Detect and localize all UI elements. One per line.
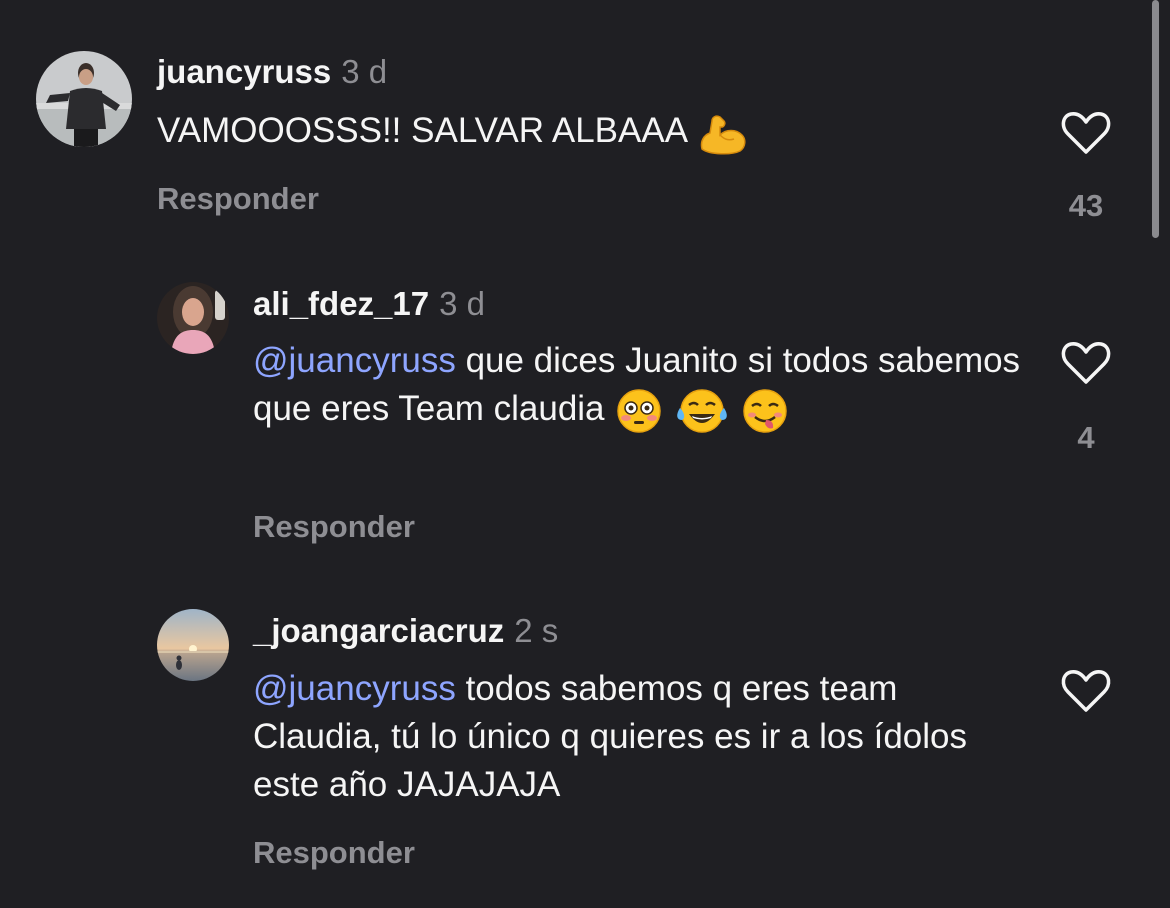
like-button[interactable] (1060, 668, 1112, 714)
mention-link[interactable]: @juancyruss (253, 341, 456, 380)
flexed-biceps-emoji (696, 111, 748, 155)
like-button[interactable] (1060, 340, 1112, 386)
scrollbar[interactable] (1152, 0, 1159, 238)
avatar[interactable] (157, 282, 229, 354)
tears-of-joy-emoji (674, 388, 730, 434)
comment-body: VAMOOOSSS!! SALVAR ALBAAA (157, 111, 687, 150)
heart-outline-icon (1061, 670, 1111, 712)
comment-header: juancyruss 3 d (157, 52, 387, 92)
comment-header: ali_fdez_17 3 d (253, 284, 485, 324)
username[interactable]: ali_fdez_17 (253, 285, 429, 322)
timestamp: 3 d (341, 53, 388, 90)
avatar[interactable] (36, 51, 132, 147)
like-count: 4 (1077, 420, 1095, 455)
heart-outline-icon (1061, 342, 1111, 384)
reply-button[interactable]: Responder (253, 507, 415, 547)
username[interactable]: _joangarciacruz (253, 612, 504, 649)
mention-link[interactable]: @juancyruss (253, 669, 456, 708)
reply-button[interactable]: Responder (253, 833, 415, 873)
comment-text: @juancyruss todos sabemos q eres team Cl… (253, 665, 1033, 809)
like-count: 43 (1068, 188, 1104, 223)
username[interactable]: juancyruss (157, 53, 331, 90)
yum-face-emoji (740, 388, 790, 434)
timestamp: 3 d (439, 285, 485, 322)
timestamp: 2 s (514, 612, 559, 649)
like-button[interactable] (1060, 110, 1112, 156)
comment-text: @juancyruss que dices Juanito si todos s… (253, 337, 1033, 434)
heart-outline-icon (1061, 112, 1111, 154)
avatar[interactable] (157, 609, 229, 681)
reply-button[interactable]: Responder (157, 179, 319, 219)
flushed-face-emoji (614, 388, 664, 434)
comment-text: VAMOOOSSS!! SALVAR ALBAAA (157, 107, 1037, 155)
comment-header: _joangarciacruz 2 s (253, 611, 558, 651)
